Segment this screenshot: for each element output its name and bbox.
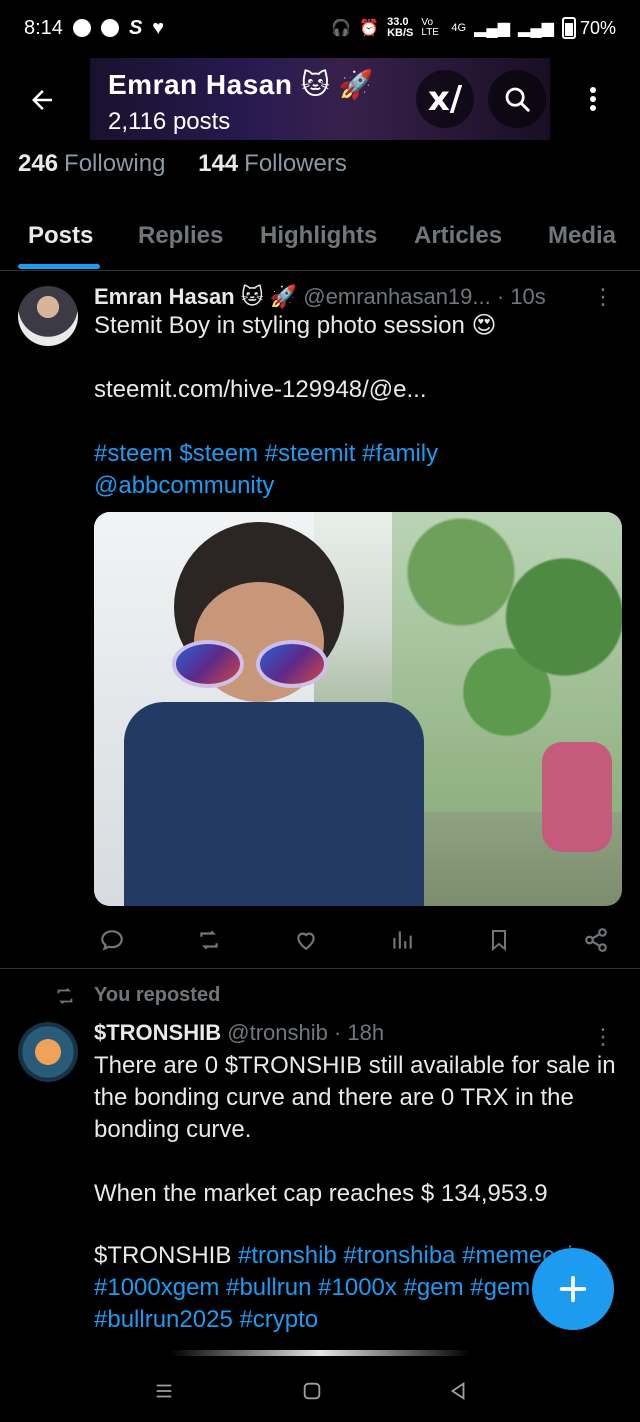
share-button[interactable]: [578, 922, 614, 958]
post-header: $TRONSHIB @tronshib · 18h: [94, 1020, 384, 1046]
post-text-line: the bonding curve and there are 0 TRX in…: [94, 1084, 574, 1111]
grok-button[interactable]: x/: [416, 70, 474, 128]
author-handle[interactable]: @tronshib: [227, 1020, 328, 1045]
home-square-icon: [303, 1382, 321, 1400]
views-icon: [393, 931, 413, 949]
reply-button[interactable]: [94, 922, 130, 958]
following-label: Following: [64, 150, 166, 177]
repost-indicator: You reposted: [52, 984, 220, 1007]
post-menu-button[interactable]: ⋮: [592, 284, 614, 310]
followers-link[interactable]: 144 Followers: [198, 150, 347, 177]
network-type: 4G: [451, 22, 467, 34]
battery-percent: 70%: [579, 17, 616, 38]
net-speed-unit: KB/S: [387, 27, 414, 39]
following-link[interactable]: 246 Following: [18, 150, 172, 177]
plus-icon: [559, 1275, 587, 1303]
tab-highlights[interactable]: Highlights: [260, 222, 377, 250]
scroll-handle: [170, 1350, 470, 1356]
recent-apps-button[interactable]: [144, 1376, 184, 1406]
post-text-line: bonding curve.: [94, 1116, 252, 1143]
profile-tabs: Posts Replies Highlights Articles Media: [0, 210, 640, 271]
battery-icon: [561, 17, 576, 39]
tab-posts[interactable]: Posts: [28, 222, 93, 250]
messenger-icon: [72, 19, 91, 37]
more-vertical-icon: [590, 87, 596, 111]
app-notification-icon: [100, 19, 119, 37]
post-mention[interactable]: @abbcommunity: [94, 470, 624, 502]
author-handle[interactable]: @emranhasan19...: [303, 284, 490, 309]
bookmark-button[interactable]: [481, 922, 517, 958]
more-vertical-icon: ⋮: [592, 1024, 614, 1049]
search-icon: [505, 87, 530, 112]
post-header: Emran Hasan 🐱 🚀 @emranhasan19... · 10s: [94, 284, 546, 310]
repost-icon: [200, 930, 218, 950]
repost-label: You reposted: [94, 984, 221, 1006]
post-time: · 10s: [496, 284, 546, 309]
reply-icon: [101, 930, 123, 951]
active-tab-indicator: [18, 264, 100, 269]
post-image[interactable]: [94, 512, 622, 906]
alarm-icon: ⏰: [359, 20, 380, 37]
following-count: 246: [18, 150, 59, 177]
post-link[interactable]: steemit.com/hive-129948/@e...: [94, 374, 624, 406]
search-button[interactable]: [488, 70, 546, 128]
more-vertical-icon: ⋮: [592, 284, 614, 309]
post-menu-button[interactable]: ⋮: [592, 1024, 614, 1050]
photo-sunglasses: [172, 640, 328, 688]
signal-icon-2: ▂▄▆: [518, 20, 554, 37]
share-icon: [585, 928, 607, 952]
post-hashtags[interactable]: #tronshib #tronshiba #memecoin: [238, 1242, 586, 1269]
clock: 8:14: [24, 16, 63, 39]
more-options-button[interactable]: [564, 70, 622, 128]
post-item[interactable]: Emran Hasan 🐱 🚀 @emranhasan19... · 10s ⋮…: [0, 270, 640, 968]
avatar[interactable]: [18, 1022, 78, 1082]
posts-count: 2,116 posts: [108, 108, 231, 135]
like-button[interactable]: [288, 922, 324, 958]
status-left: 8:14 S ♥: [24, 17, 164, 40]
tab-articles[interactable]: Articles: [414, 222, 502, 250]
post-actions: [94, 920, 614, 960]
followers-count: 144: [198, 150, 239, 177]
signal-icon: ▂▄▆: [474, 20, 511, 37]
tab-media[interactable]: Media: [548, 222, 616, 250]
post-text-line: When the market cap reaches $ 134,953.9: [94, 1180, 548, 1207]
system-nav-bar: [0, 1346, 640, 1422]
back-button[interactable]: [18, 76, 66, 124]
author-name[interactable]: $TRONSHIB: [94, 1020, 221, 1045]
back-triangle-icon: [450, 1381, 465, 1401]
tab-replies[interactable]: Replies: [138, 222, 223, 250]
system-back-button[interactable]: [438, 1376, 478, 1406]
repost-button[interactable]: [191, 922, 227, 958]
profile-name: Emran Hasan 🐱 🚀: [108, 69, 375, 100]
volte-indicator: Vo LTE: [421, 17, 439, 38]
back-arrow-icon: [32, 90, 52, 110]
bookmark-icon: [492, 930, 507, 952]
post-divider: [0, 968, 640, 969]
menu-icon: [156, 1384, 172, 1398]
repost-icon: [57, 987, 73, 1004]
status-bar: 8:14 S ♥ 🎧 ⏰ 33.0 KB/S Vo LTE 4G ▂▄▆ ▂▄▆…: [0, 0, 640, 56]
cashtag: $TRONSHIB: [94, 1242, 232, 1269]
post-text: Stemit Boy in styling photo session 😍: [94, 312, 497, 339]
author-name[interactable]: Emran Hasan 🐱 🚀: [94, 284, 297, 309]
followers-label: Followers: [244, 150, 347, 177]
status-right: 🎧 ⏰ 33.0 KB/S Vo LTE 4G ▂▄▆ ▂▄▆ 70%: [331, 17, 616, 39]
heart-icon: [296, 932, 315, 950]
home-button[interactable]: [292, 1376, 332, 1406]
follow-counts: 246 Following 144 Followers: [18, 150, 347, 178]
headphone-icon: 🎧: [331, 20, 352, 37]
profile-header: Emran Hasan 🐱 🚀 2,116 posts x/: [0, 56, 640, 144]
photo-pot: [542, 742, 612, 852]
post-text-line: There are 0 $TRONSHIB still available fo…: [94, 1052, 616, 1079]
grok-icon: x/: [427, 79, 463, 119]
post-time: · 18h: [333, 1020, 385, 1045]
photo-child-body: [124, 702, 424, 906]
battery: 70%: [561, 17, 616, 39]
avatar[interactable]: [18, 286, 78, 346]
views-button[interactable]: [384, 922, 420, 958]
post-hashtags[interactable]: #steem $steem #steemit #family: [94, 438, 624, 470]
compose-button[interactable]: [532, 1248, 614, 1330]
s-notification-icon: S: [128, 16, 143, 39]
heart-notification-icon: ♥: [152, 16, 165, 39]
